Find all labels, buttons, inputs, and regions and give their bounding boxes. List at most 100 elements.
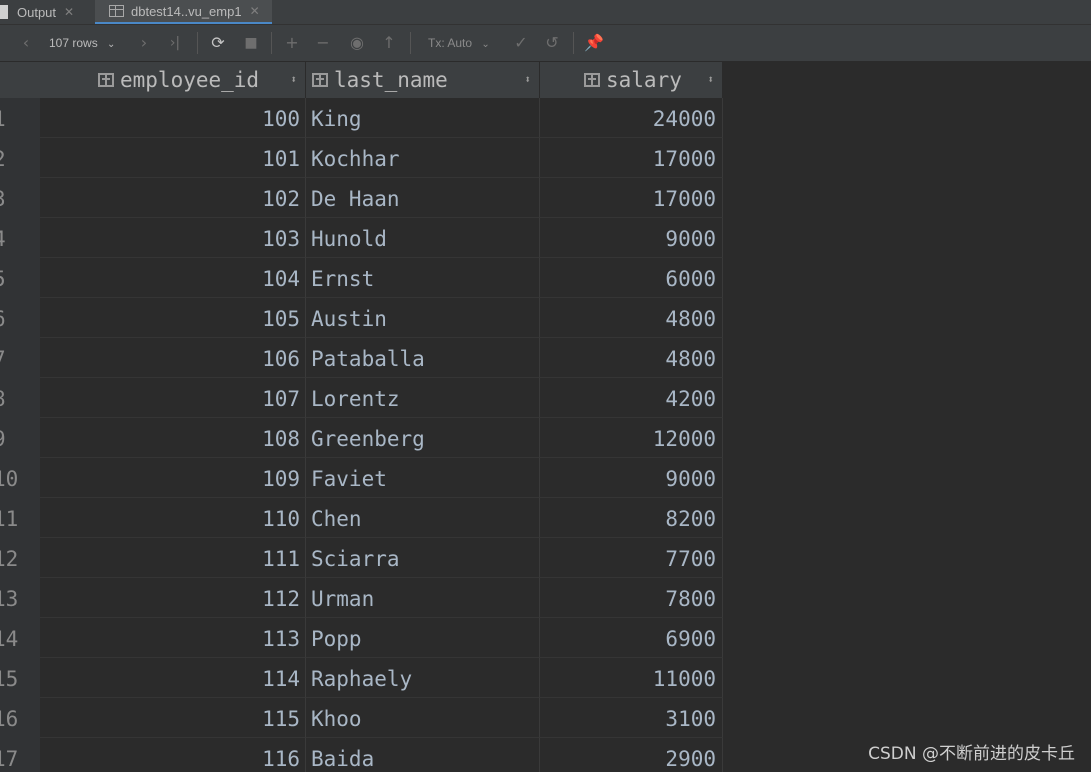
cell-last-name[interactable]: Popp bbox=[306, 618, 540, 658]
tab-result[interactable]: dbtest14..vu_emp1 ✕ bbox=[95, 0, 272, 24]
tab-output[interactable]: Output ✕ bbox=[0, 0, 74, 24]
table-row[interactable]: 14 113 Popp 6900 bbox=[0, 618, 723, 658]
cell-salary[interactable]: 2900 bbox=[540, 738, 723, 772]
cell-salary[interactable]: 4800 bbox=[540, 298, 723, 338]
table-row[interactable]: 11 110 Chen 8200 bbox=[0, 498, 723, 538]
cell-last-name[interactable]: Greenberg bbox=[306, 418, 540, 458]
cell-employee-id[interactable]: 116 bbox=[40, 738, 306, 772]
cell-last-name[interactable]: Lorentz bbox=[306, 378, 540, 418]
last-page-icon[interactable]: ›| bbox=[166, 33, 184, 53]
rollback-icon[interactable]: ↺ bbox=[542, 33, 562, 53]
cell-employee-id[interactable]: 113 bbox=[40, 618, 306, 658]
empty-area bbox=[723, 62, 1091, 772]
cell-last-name[interactable]: Baida bbox=[306, 738, 540, 772]
cell-last-name[interactable]: De Haan bbox=[306, 178, 540, 218]
cell-employee-id[interactable]: 111 bbox=[40, 538, 306, 578]
close-icon[interactable]: ✕ bbox=[250, 4, 260, 18]
row-count-dropdown[interactable]: 107 rows ⌄ bbox=[49, 33, 115, 53]
column-icon bbox=[98, 73, 114, 87]
next-page-icon[interactable]: › bbox=[136, 33, 152, 53]
cell-salary[interactable]: 17000 bbox=[540, 138, 723, 178]
stop-icon[interactable]: ■ bbox=[241, 33, 261, 53]
table-row[interactable]: 6 105 Austin 4800 bbox=[0, 298, 723, 338]
row-number: 11 bbox=[0, 507, 19, 531]
previous-page-icon[interactable]: ‹ bbox=[18, 33, 34, 53]
row-number: 7 bbox=[0, 338, 33, 378]
tab-result-label: dbtest14..vu_emp1 bbox=[131, 3, 242, 19]
column-header-last-name[interactable]: last_name ⬍ bbox=[306, 62, 540, 98]
cell-employee-id[interactable]: 110 bbox=[40, 498, 306, 538]
add-row-icon[interactable]: + bbox=[282, 33, 302, 53]
cell-salary[interactable]: 4200 bbox=[540, 378, 723, 418]
cell-last-name[interactable]: Sciarra bbox=[306, 538, 540, 578]
cell-last-name[interactable]: Austin bbox=[306, 298, 540, 338]
preview-changes-icon[interactable]: ◉ bbox=[346, 33, 368, 53]
cell-last-name[interactable]: Urman bbox=[306, 578, 540, 618]
table-row[interactable]: 5 104 Ernst 6000 bbox=[0, 258, 723, 298]
cell-salary[interactable]: 24000 bbox=[540, 98, 723, 138]
cell-last-name[interactable]: Ernst bbox=[306, 258, 540, 298]
commit-icon[interactable]: ✓ bbox=[511, 33, 531, 53]
cell-salary[interactable]: 11000 bbox=[540, 658, 723, 698]
cell-employee-id[interactable]: 103 bbox=[40, 218, 306, 258]
cell-salary[interactable]: 9000 bbox=[540, 458, 723, 498]
table-row[interactable]: 15 114 Raphaely 11000 bbox=[0, 658, 723, 698]
table-row[interactable]: 7 106 Pataballa 4800 bbox=[0, 338, 723, 378]
cell-employee-id[interactable]: 114 bbox=[40, 658, 306, 698]
cell-salary[interactable]: 6900 bbox=[540, 618, 723, 658]
close-icon[interactable]: ✕ bbox=[64, 5, 74, 19]
cell-employee-id[interactable]: 100 bbox=[40, 98, 306, 138]
table-row[interactable]: 2 101 Kochhar 17000 bbox=[0, 138, 723, 178]
row-number: 12 bbox=[0, 547, 19, 571]
table-row[interactable]: 10 109 Faviet 9000 bbox=[0, 458, 723, 498]
cell-employee-id[interactable]: 106 bbox=[40, 338, 306, 378]
cell-employee-id[interactable]: 108 bbox=[40, 418, 306, 458]
table-row[interactable]: 4 103 Hunold 9000 bbox=[0, 218, 723, 258]
cell-employee-id[interactable]: 115 bbox=[40, 698, 306, 738]
cell-last-name[interactable]: Hunold bbox=[306, 218, 540, 258]
table-row[interactable]: 12 111 Sciarra 7700 bbox=[0, 538, 723, 578]
transaction-mode-dropdown[interactable]: Tx: Auto ⌄ bbox=[428, 33, 490, 53]
table-row[interactable]: 3 102 De Haan 17000 bbox=[0, 178, 723, 218]
cell-last-name[interactable]: Raphaely bbox=[306, 658, 540, 698]
column-header-employee-id[interactable]: employee_id ⬍ bbox=[40, 62, 306, 98]
table-row[interactable]: 17 116 Baida 2900 bbox=[0, 738, 723, 772]
cell-last-name[interactable]: Khoo bbox=[306, 698, 540, 738]
cell-salary[interactable]: 12000 bbox=[540, 418, 723, 458]
cell-salary[interactable]: 9000 bbox=[540, 218, 723, 258]
sort-icon[interactable]: ⬍ bbox=[290, 73, 297, 86]
sort-icon[interactable]: ⬍ bbox=[707, 73, 714, 86]
column-header-salary[interactable]: salary ⬍ bbox=[540, 62, 723, 98]
sort-icon[interactable]: ⬍ bbox=[524, 73, 531, 86]
cell-last-name[interactable]: Pataballa bbox=[306, 338, 540, 378]
cell-salary[interactable]: 7700 bbox=[540, 538, 723, 578]
cell-salary[interactable]: 17000 bbox=[540, 178, 723, 218]
cell-last-name[interactable]: King bbox=[306, 98, 540, 138]
cell-employee-id[interactable]: 112 bbox=[40, 578, 306, 618]
cell-salary[interactable]: 4800 bbox=[540, 338, 723, 378]
cell-last-name[interactable]: Faviet bbox=[306, 458, 540, 498]
table-row[interactable]: 13 112 Urman 7800 bbox=[0, 578, 723, 618]
cell-last-name[interactable]: Kochhar bbox=[306, 138, 540, 178]
cell-employee-id[interactable]: 107 bbox=[40, 378, 306, 418]
submit-icon[interactable]: ↑ bbox=[379, 33, 399, 53]
cell-employee-id[interactable]: 102 bbox=[40, 178, 306, 218]
cell-employee-id[interactable]: 105 bbox=[40, 298, 306, 338]
cell-salary[interactable]: 8200 bbox=[540, 498, 723, 538]
delete-row-icon[interactable]: − bbox=[313, 33, 333, 53]
pin-icon[interactable]: 📌 bbox=[584, 33, 604, 53]
refresh-icon[interactable]: ⟳ bbox=[208, 33, 228, 53]
cell-last-name[interactable]: Chen bbox=[306, 498, 540, 538]
cell-salary[interactable]: 7800 bbox=[540, 578, 723, 618]
table-row[interactable]: 16 115 Khoo 3100 bbox=[0, 698, 723, 738]
cell-employee-id[interactable]: 104 bbox=[40, 258, 306, 298]
cell-salary[interactable]: 3100 bbox=[540, 698, 723, 738]
cell-salary[interactable]: 6000 bbox=[540, 258, 723, 298]
toolbar-separator bbox=[197, 32, 198, 54]
cell-employee-id[interactable]: 109 bbox=[40, 458, 306, 498]
cell-employee-id[interactable]: 101 bbox=[40, 138, 306, 178]
table-row[interactable]: 8 107 Lorentz 4200 bbox=[0, 378, 723, 418]
watermark: CSDN @不断前进的皮卡丘 bbox=[868, 744, 1075, 764]
table-row[interactable]: 1 100 King 24000 bbox=[0, 98, 723, 138]
table-row[interactable]: 9 108 Greenberg 12000 bbox=[0, 418, 723, 458]
